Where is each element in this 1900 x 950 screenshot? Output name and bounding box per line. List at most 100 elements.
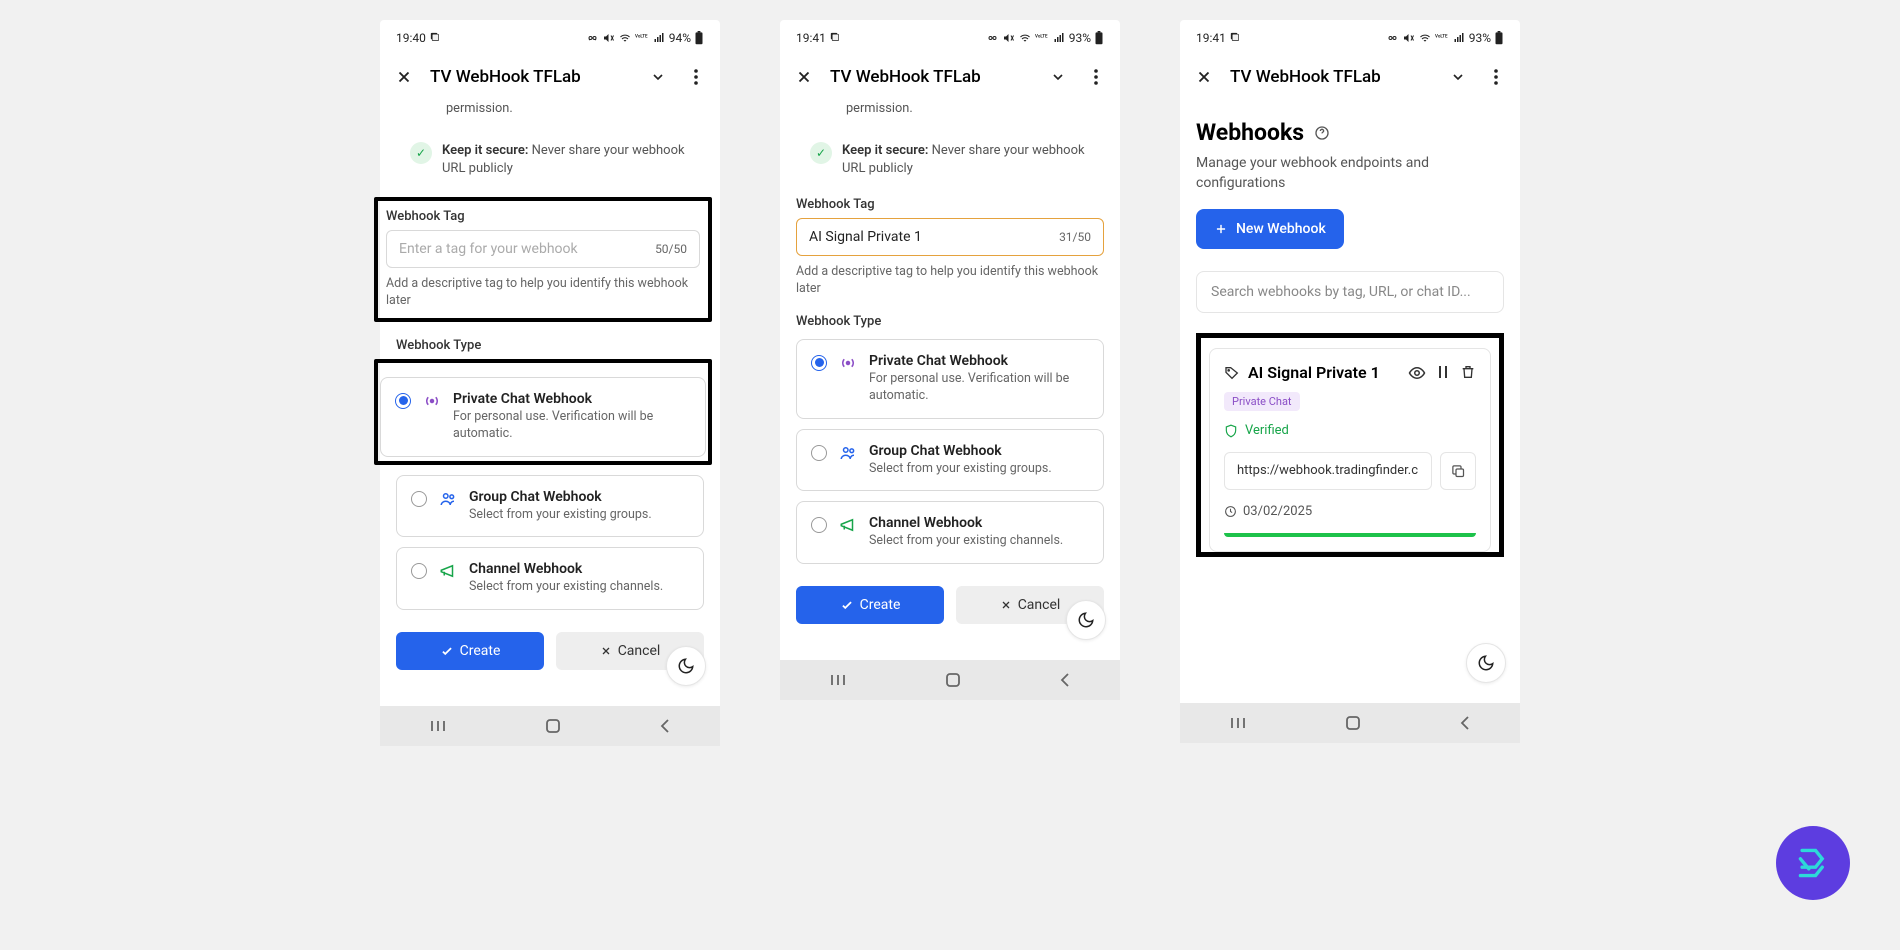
radio-unselected (411, 491, 427, 507)
search-input[interactable]: Search webhooks by tag, URL, or chat ID.… (1196, 271, 1504, 313)
webhook-tag-input[interactable] (809, 229, 1059, 245)
card-title: AI Signal Private 1 (1248, 363, 1400, 382)
chevron-down-icon[interactable] (1446, 65, 1470, 89)
tag-counter: 50/50 (655, 242, 687, 256)
option-title: Channel Webhook (469, 561, 689, 577)
webhook-tag-label: Webhook Tag (796, 197, 1104, 212)
radio-unselected (811, 445, 827, 461)
trash-icon[interactable] (1460, 364, 1476, 380)
option-title: Group Chat Webhook (469, 489, 689, 505)
tag-icon (1224, 365, 1240, 381)
option-group-chat[interactable]: Group Chat Webhook Select from your exis… (396, 475, 704, 538)
check-icon: ✓ (810, 142, 832, 164)
group-icon (439, 490, 457, 508)
option-channel[interactable]: Channel Webhook Select from your existin… (396, 547, 704, 610)
status-time: 19:41 (1196, 31, 1240, 45)
app-header: TV WebHook TFLab (380, 55, 720, 99)
megaphone-icon (839, 516, 857, 534)
help-icon[interactable] (1314, 125, 1330, 141)
clock-icon (1224, 505, 1237, 518)
tag-counter: 31/50 (1059, 230, 1091, 244)
status-icons: VoLTE 93% (986, 30, 1104, 45)
phone-1: 19:40 VoLTE 94% TV WebHook TFLab permiss… (380, 20, 720, 746)
app-header: TV WebHook TFLab (1180, 55, 1520, 99)
radio-unselected (411, 563, 427, 579)
page-title-row: Webhooks (1196, 119, 1504, 146)
nav-recents[interactable] (829, 673, 847, 687)
chat-type-badge: Private Chat (1224, 392, 1300, 411)
status-bar: 19:40 VoLTE 94% (380, 20, 720, 55)
option-subtitle: Select from your existing groups. (469, 507, 689, 524)
chevron-down-icon[interactable] (646, 65, 670, 89)
option-group-chat[interactable]: Group Chat Webhook Select from your exis… (796, 429, 1104, 492)
tag-help-text: Add a descriptive tag to help you identi… (386, 276, 700, 310)
group-icon (839, 444, 857, 462)
tip-row: permission. (396, 99, 704, 128)
status-time: 19:41 (796, 31, 840, 45)
pause-icon[interactable] (1436, 364, 1450, 380)
webhook-type-label: Webhook Type (396, 338, 704, 353)
page-subtitle: Manage your webhook endpoints and config… (1196, 154, 1504, 193)
tip-row: permission. (796, 99, 1104, 128)
megaphone-icon (439, 562, 457, 580)
status-bar-green (1224, 533, 1476, 537)
nav-back[interactable] (659, 718, 671, 734)
brand-logo (1776, 826, 1850, 900)
page-title: Webhooks (1196, 119, 1304, 146)
svg-text:VoLTE: VoLTE (1035, 33, 1048, 39)
option-title: Private Chat Webhook (453, 391, 691, 407)
option-private-chat[interactable]: Private Chat Webhook For personal use. V… (796, 339, 1104, 419)
app-header: TV WebHook TFLab (780, 55, 1120, 99)
android-nav (1180, 703, 1520, 743)
chevron-down-icon[interactable] (1046, 65, 1070, 89)
nav-recents[interactable] (1229, 716, 1247, 730)
close-icon[interactable] (392, 65, 416, 89)
android-nav (780, 660, 1120, 700)
create-button[interactable]: Create (796, 586, 944, 624)
nav-back[interactable] (1059, 672, 1071, 688)
radio-unselected (811, 517, 827, 533)
verified-row: Verified (1224, 423, 1476, 438)
status-icons: VoLTE 93% (1386, 30, 1504, 45)
nav-home[interactable] (945, 672, 961, 688)
more-icon[interactable] (1084, 65, 1108, 89)
nav-home[interactable] (545, 718, 561, 734)
close-icon[interactable] (1192, 65, 1216, 89)
option-title: Channel Webhook (869, 515, 1089, 531)
phone-2: 19:41 VoLTE 93% TV WebHook TFLab permiss… (780, 20, 1120, 700)
svg-text:VoLTE: VoLTE (635, 33, 648, 39)
option-subtitle: Select from your existing channels. (869, 533, 1089, 550)
status-time: 19:40 (396, 31, 440, 45)
eye-icon[interactable] (1408, 364, 1426, 382)
create-button[interactable]: Create (396, 632, 544, 670)
theme-toggle[interactable] (1466, 643, 1506, 683)
close-icon[interactable] (792, 65, 816, 89)
header-title: TV WebHook TFLab (430, 67, 632, 87)
nav-recents[interactable] (429, 719, 447, 733)
status-icons: VoLTE 94% (586, 30, 704, 45)
signal-icon (839, 354, 857, 372)
nav-home[interactable] (1345, 715, 1361, 731)
radio-selected (811, 355, 827, 371)
option-title: Private Chat Webhook (869, 353, 1089, 369)
more-icon[interactable] (1484, 65, 1508, 89)
webhook-tag-input[interactable] (399, 241, 655, 257)
shield-icon (1224, 424, 1238, 438)
header-title: TV WebHook TFLab (1230, 67, 1432, 87)
tip-row: ✓ Keep it secure: Never share your webho… (396, 136, 704, 189)
phone-3: 19:41 VoLTE 93% TV WebHook TFLab Webhook… (1180, 20, 1520, 743)
option-channel[interactable]: Channel Webhook Select from your existin… (796, 501, 1104, 564)
new-webhook-button[interactable]: New Webhook (1196, 209, 1344, 249)
webhook-tag-input-box: 31/50 (796, 218, 1104, 256)
header-title: TV WebHook TFLab (830, 67, 1032, 87)
webhook-type-label: Webhook Type (796, 314, 1104, 329)
date-row: 03/02/2025 (1224, 504, 1476, 519)
radio-selected (395, 393, 411, 409)
copy-button[interactable] (1440, 452, 1476, 490)
more-icon[interactable] (684, 65, 708, 89)
tip-row: ✓ Keep it secure: Never share your webho… (796, 136, 1104, 189)
webhook-card: AI Signal Private 1 Private Chat Verifie… (1209, 348, 1491, 552)
check-icon: ✓ (410, 142, 432, 164)
nav-back[interactable] (1459, 715, 1471, 731)
option-private-chat[interactable]: Private Chat Webhook For personal use. V… (380, 377, 706, 457)
